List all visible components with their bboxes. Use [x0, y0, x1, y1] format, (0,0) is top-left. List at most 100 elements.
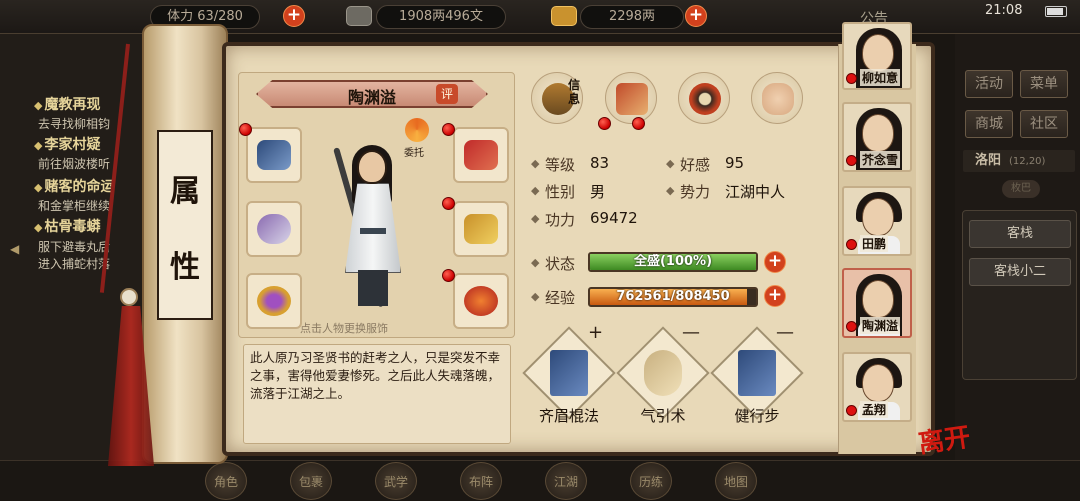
bottom-nav-item[interactable]: 历练 — [630, 462, 672, 500]
notification-dot — [239, 123, 252, 136]
level-value: 83 — [590, 154, 610, 172]
quest-desc: 前往烟波楼听 — [38, 157, 111, 171]
character-belt — [360, 228, 386, 234]
roster-item[interactable]: 孟翔 — [842, 352, 912, 422]
silver-icon — [346, 6, 372, 26]
meridian-tab[interactable] — [751, 72, 803, 124]
bottom-nav-item[interactable]: 包裹 — [290, 462, 332, 500]
entrust-icon[interactable] — [405, 118, 429, 142]
quest-title[interactable]: 枯骨毒蟒 — [34, 216, 100, 236]
bottom-nav-item[interactable]: 武学 — [375, 462, 417, 500]
bag-icon — [616, 83, 648, 115]
scroll-title: 属 性 — [157, 130, 213, 320]
add-stamina-button[interactable]: + — [283, 5, 305, 27]
ring-icon — [257, 286, 291, 316]
skill-mark: + — [588, 322, 604, 343]
add-gold-button[interactable]: + — [685, 5, 707, 27]
skill-name: 气引术 — [640, 407, 686, 425]
exp-label: 经验 — [545, 289, 576, 307]
equip-slot-ring[interactable] — [246, 273, 302, 329]
menu-button[interactable]: 菜单 — [1020, 70, 1068, 98]
quest-title[interactable]: 李家村疑 — [34, 134, 100, 154]
npc-item[interactable]: 客栈小二 — [969, 258, 1071, 286]
inventory-tab[interactable] — [605, 72, 657, 124]
collapse-arrow-icon[interactable]: ◀ — [10, 242, 19, 256]
helmet-icon — [257, 140, 291, 170]
tassel-bead — [120, 288, 138, 306]
exp-bar: 762561/808450 — [588, 287, 758, 307]
roster-name: 田鹏 — [860, 235, 889, 252]
equip-slot-helmet[interactable] — [246, 127, 302, 183]
portrait-face — [862, 114, 894, 152]
diamond-icon: ◆ — [666, 184, 675, 197]
favor-value: 95 — [725, 154, 745, 172]
portrait-face — [862, 364, 894, 402]
shop-button[interactable]: 商城 — [965, 110, 1013, 138]
favor-label: 好感 — [680, 156, 711, 174]
book-icon — [738, 350, 776, 396]
rate-button[interactable]: 评 — [436, 84, 458, 104]
leave-button[interactable]: 离开 — [916, 417, 973, 461]
entrust-label: 委托 — [404, 148, 424, 159]
diamond-icon: ◆ — [666, 157, 675, 170]
notification-dot — [598, 117, 611, 130]
scroll-title-char: 性 — [170, 250, 200, 285]
quest-desc: 和金掌柜继续 — [38, 199, 111, 213]
diamond-icon: ◆ — [531, 290, 540, 303]
diamond-icon: ◆ — [531, 184, 540, 197]
state-label: 状态 — [545, 255, 576, 273]
roster-item[interactable]: 田鹏 — [842, 186, 912, 256]
bottom-nav-item[interactable]: 角色 — [205, 462, 247, 500]
faction-value: 江湖中人 — [725, 183, 786, 201]
location-display: 洛阳 (12,20) — [963, 150, 1075, 172]
scroll-icon — [644, 350, 682, 396]
quest-desc: 去寻找柳相钧 — [38, 117, 111, 131]
roster-item-selected[interactable]: 陶渊溢 — [842, 268, 912, 338]
skill-mark: — — [776, 322, 794, 343]
diamond-icon: ◆ — [531, 212, 540, 225]
change-outfit-hint: 点击人物更换服饰 — [300, 322, 388, 335]
talisman-icon — [257, 214, 291, 244]
armor-icon — [464, 214, 498, 244]
quest-title[interactable]: 赌客的命运 — [34, 176, 114, 196]
power-label: 功力 — [545, 211, 576, 229]
bottom-nav-item[interactable]: 布阵 — [460, 462, 502, 500]
character-description: 此人原乃习圣贤书的赶考之人，只是突发不幸之事，害得他爱妻惨死。之后此人失魂落魄，… — [243, 344, 511, 444]
equip-slot-accessory[interactable] — [246, 201, 302, 257]
notification-dot — [442, 123, 455, 136]
book-icon — [550, 350, 588, 396]
notification-dot — [846, 155, 857, 166]
state-value: 全盛(100%) — [633, 254, 713, 269]
character-legs — [358, 270, 388, 306]
power-value: 69472 — [590, 209, 638, 227]
location-coords: (12,20) — [1009, 156, 1046, 167]
roster-item[interactable]: 柳如意 — [842, 22, 912, 90]
bottom-nav-item[interactable]: 地图 — [715, 462, 757, 500]
scroll-title-char: 属 — [170, 174, 200, 209]
npc-item[interactable]: 客栈 — [969, 220, 1071, 248]
bagua-tab[interactable] — [678, 72, 730, 124]
add-state-button[interactable]: + — [764, 251, 786, 273]
silver-display: 1908两496文 — [376, 5, 506, 29]
roster-name: 芥念雪 — [860, 151, 901, 168]
roster-name: 孟翔 — [860, 401, 889, 418]
bottom-nav-item[interactable]: 江湖 — [545, 462, 587, 500]
community-button[interactable]: 社区 — [1020, 110, 1068, 138]
gender-label: 性别 — [545, 183, 576, 201]
character-head[interactable] — [357, 150, 387, 184]
skill-mark: — — [682, 322, 700, 343]
equip-slot-belt[interactable] — [453, 127, 509, 183]
notification-dot — [846, 321, 857, 332]
battery-icon — [1045, 6, 1067, 17]
notification-dot — [846, 73, 857, 84]
activity-button[interactable]: 活动 — [965, 70, 1013, 98]
level-label: 等级 — [545, 156, 576, 174]
equip-slot-armor[interactable] — [453, 201, 509, 257]
skill-name: 齐眉棍法 — [538, 407, 599, 425]
roster-item[interactable]: 芥念雪 — [842, 102, 912, 172]
quest-title[interactable]: 魔教再现 — [34, 94, 100, 114]
notification-dot — [442, 269, 455, 282]
equip-slot-pouch[interactable] — [453, 273, 509, 329]
portrait-face — [862, 280, 894, 318]
add-exp-button[interactable]: + — [764, 285, 786, 307]
